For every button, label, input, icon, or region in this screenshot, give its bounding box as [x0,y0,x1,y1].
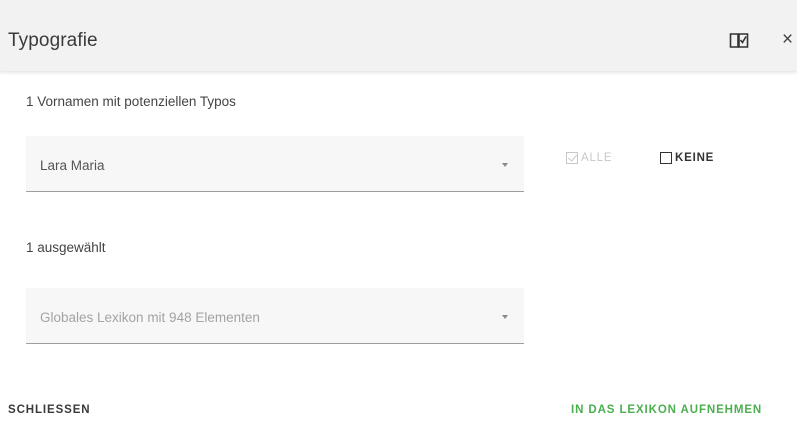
empty-box-icon [660,152,672,164]
select-all-button[interactable]: ALLE [566,147,612,169]
select-none-label: KEINE [675,152,715,164]
first-name-select-value: Lara Maria [40,158,105,173]
add-to-lexicon-button[interactable]: IN DAS LEXIKON AUFNEHMEN [571,404,762,416]
book-check-icon [729,33,749,48]
close-dialog-button[interactable]: × [782,29,796,50]
close-button[interactable]: SCHLIESSEN [8,404,91,416]
typography-dialog: Typografie × 1 Vornamen mit potenziellen… [0,0,797,424]
dialog-header: Typografie × [0,0,797,71]
lexicon-select[interactable]: Globales Lexikon mit 948 Elementen [26,288,524,344]
lexicon-select-value: Globales Lexikon mit 948 Elementen [40,310,260,325]
lexicon-book-button[interactable] [729,31,751,49]
select-none-button[interactable]: KEINE [660,147,714,169]
first-name-select[interactable]: Lara Maria [26,136,524,192]
select-all-label: ALLE [581,152,613,164]
dropdown-arrow-icon [502,163,508,167]
dropdown-arrow-icon [502,315,508,319]
typo-count-text: 1 Vornamen mit potenziellen Typos [26,94,236,109]
dialog-title: Typografie [8,30,98,51]
close-icon: × [782,29,794,50]
checked-box-icon [566,152,578,164]
selected-count-text: 1 ausgewählt [26,240,106,255]
